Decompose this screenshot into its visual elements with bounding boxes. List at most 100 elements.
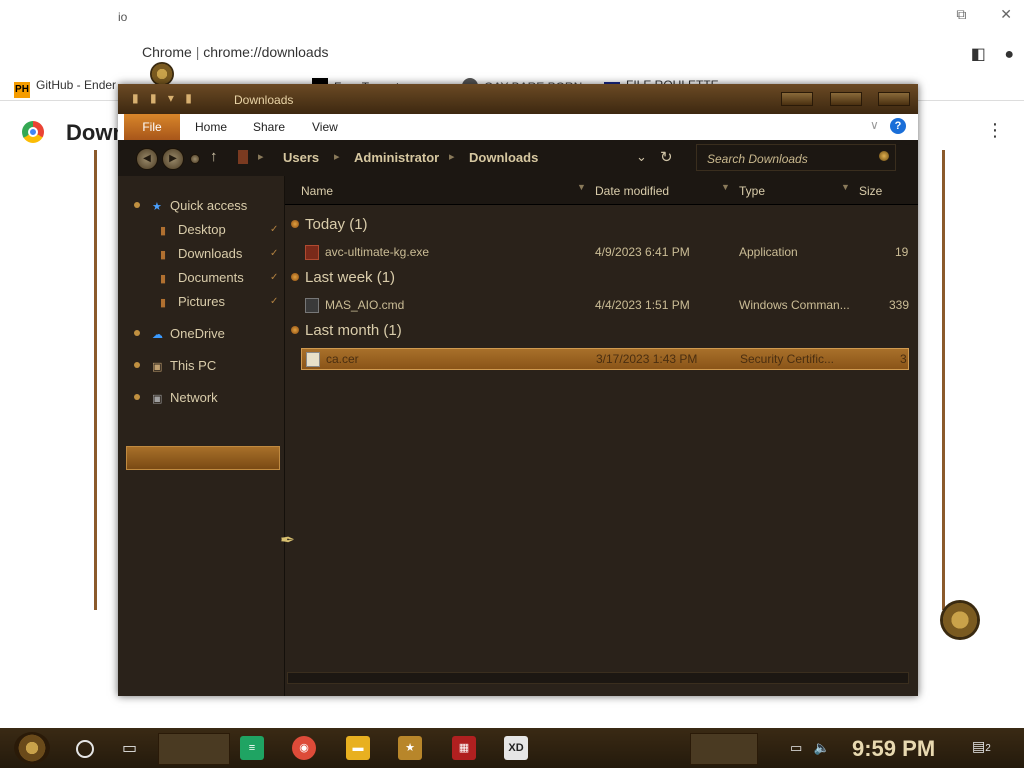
group-title: Last week (1) xyxy=(305,269,396,286)
minimize-button[interactable] xyxy=(781,92,814,106)
tab-file[interactable]: File xyxy=(124,114,180,140)
group-header[interactable]: Last week (1) xyxy=(291,269,395,286)
star-icon: ★ xyxy=(152,201,162,213)
quick-access-toolbar-icons[interactable]: ▮ ▮ ▾ ▮ xyxy=(132,91,196,105)
url-text[interactable]: Chrome | chrome://downloads xyxy=(142,44,329,60)
breadcrumb-separator[interactable]: ▸ xyxy=(258,150,264,163)
sidebar-item-onedrive[interactable]: ☁ OneDrive xyxy=(134,326,225,341)
address-dropdown-icon[interactable]: ⌄ xyxy=(636,149,647,165)
close-button[interactable] xyxy=(878,92,910,106)
file-type: Windows Comman... xyxy=(739,298,850,312)
exe-file-icon xyxy=(305,245,319,260)
network-icon[interactable]: ▭ xyxy=(790,740,802,755)
search-box[interactable] xyxy=(696,144,896,171)
browser-tab-title[interactable]: io xyxy=(118,10,127,24)
expand-icon[interactable] xyxy=(134,202,140,208)
file-type: Security Certific... xyxy=(740,352,835,366)
collapse-icon[interactable] xyxy=(291,326,299,334)
group-title: Today (1) xyxy=(305,216,368,233)
sidebar-item-this-pc[interactable]: ▣ This PC xyxy=(134,358,216,373)
profile-icon[interactable]: ● xyxy=(1004,46,1014,63)
close-button[interactable]: ✕ xyxy=(1000,6,1012,22)
sidebar-item-pictures[interactable]: ▮ Pictures xyxy=(160,294,225,309)
sidebar-item-label: Downloads xyxy=(178,246,243,261)
clock[interactable]: 9:59 PM xyxy=(852,736,935,762)
search-input[interactable] xyxy=(705,149,869,169)
breadcrumb-administrator[interactable]: Administrator xyxy=(354,150,439,165)
collapse-icon[interactable] xyxy=(291,220,299,228)
gear-icon xyxy=(940,600,980,640)
maximize-button[interactable] xyxy=(829,92,862,106)
bookmark-item[interactable]: PH GitHub - Ender xyxy=(14,78,116,98)
xd-icon[interactable]: XD xyxy=(504,736,528,760)
column-type[interactable]: Type xyxy=(739,184,765,198)
explorer-window-controls xyxy=(769,92,910,111)
refresh-icon[interactable]: ↻ xyxy=(660,148,673,166)
explorer-titlebar[interactable]: ▮ ▮ ▾ ▮ Downloads xyxy=(118,84,918,114)
pin-icon: ✓ xyxy=(270,296,279,307)
column-sort-icon[interactable]: ▼ xyxy=(841,182,850,192)
sidepanel-icon[interactable]: ◧ xyxy=(971,46,986,63)
ph-icon: PH xyxy=(14,82,30,98)
tab-view[interactable]: View xyxy=(312,120,338,134)
chrome-icon[interactable]: ◉ xyxy=(292,736,316,760)
sidebar-item-desktop[interactable]: ▮ Desktop xyxy=(160,222,226,237)
collapse-icon[interactable] xyxy=(291,273,299,281)
browser-window-controls: ⧉ ✕ xyxy=(926,6,1012,23)
column-date-modified[interactable]: Date modified xyxy=(595,184,669,198)
downloads-icon: ▮ xyxy=(160,249,167,261)
forward-button[interactable]: ▶ xyxy=(162,148,184,170)
column-sort-icon[interactable]: ▼ xyxy=(721,182,730,192)
sidebar-item-downloads[interactable]: ▮ Downloads xyxy=(160,246,242,261)
expand-ribbon-icon[interactable]: ∨ xyxy=(870,118,879,132)
sidebar-item-label: Network xyxy=(170,390,218,405)
sheets-icon[interactable]: ≡ xyxy=(240,736,264,760)
media-icon[interactable]: ▦ xyxy=(452,736,476,760)
sidebar-item-label: Desktop xyxy=(178,222,226,237)
group-header[interactable]: Today (1) xyxy=(291,216,368,233)
column-name[interactable]: Name xyxy=(301,184,333,198)
column-sort-icon[interactable]: ▼ xyxy=(577,182,586,192)
expand-icon[interactable] xyxy=(134,362,140,368)
folder-icon[interactable]: ▬ xyxy=(346,736,370,760)
breadcrumb-downloads[interactable]: Downloads xyxy=(469,150,538,165)
column-size[interactable]: Size xyxy=(859,184,882,198)
group-header[interactable]: Last month (1) xyxy=(291,322,402,339)
breadcrumb-users[interactable]: Users xyxy=(283,150,319,165)
sidebar-item-quick-access[interactable]: ★ Quick access xyxy=(134,198,247,213)
navigation-bar: ◀ ▶ ↑ ▸ Users ▸ Administrator ▸ Download… xyxy=(118,140,918,177)
column-headers: Name ▼ Date modified ▼ Type ▼ Size xyxy=(285,176,918,205)
file-size: 339 xyxy=(889,298,910,312)
sidebar-item-documents[interactable]: ▮ Documents xyxy=(160,270,244,285)
navigation-pane: ★ Quick access ▮ Desktop ✓ ▮ Downloads ✓ ▮ D… xyxy=(118,176,285,696)
table-row-selected[interactable]: ca.cer 3/17/2023 1:43 PM Security Certif… xyxy=(301,348,909,370)
start-button[interactable] xyxy=(14,732,50,764)
task-view-icon[interactable]: ▭ xyxy=(122,738,137,758)
notifications-icon[interactable]: ▤2 xyxy=(972,738,991,755)
search-icon[interactable] xyxy=(879,151,889,161)
chrome-logo-icon xyxy=(22,121,44,143)
file-date: 3/17/2023 1:43 PM xyxy=(596,352,698,366)
pin-icon: ✓ xyxy=(270,248,279,259)
recent-locations-icon[interactable] xyxy=(190,154,200,164)
restore-button[interactable]: ⧉ xyxy=(956,6,966,22)
more-menu-icon[interactable]: ⋮ xyxy=(986,120,1004,141)
breadcrumb-separator[interactable]: ▸ xyxy=(449,150,455,163)
computer-icon: ▣ xyxy=(152,361,163,373)
up-button[interactable]: ↑ xyxy=(210,148,218,165)
back-button[interactable]: ◀ xyxy=(136,148,158,170)
expand-icon[interactable] xyxy=(134,330,140,336)
steampunk-cursor-icon: ✒ xyxy=(280,530,296,550)
search-icon[interactable] xyxy=(76,740,94,758)
table-row[interactable]: avc-ultimate-kg.exe 4/9/2023 6:41 PM App… xyxy=(301,242,908,262)
tab-home[interactable]: Home xyxy=(195,120,227,134)
game-icon[interactable]: ★ xyxy=(398,736,422,760)
help-icon[interactable]: ? xyxy=(890,118,906,134)
expand-icon[interactable] xyxy=(134,394,140,400)
volume-muted-icon[interactable]: 🔈 xyxy=(814,740,830,755)
sidebar-item-network[interactable]: ▣ Network xyxy=(134,390,218,405)
horizontal-scrollbar[interactable] xyxy=(287,672,909,684)
breadcrumb-separator[interactable]: ▸ xyxy=(334,150,340,163)
table-row[interactable]: MAS_AIO.cmd 4/4/2023 1:51 PM Windows Com… xyxy=(301,295,910,315)
tab-share[interactable]: Share xyxy=(253,120,285,134)
